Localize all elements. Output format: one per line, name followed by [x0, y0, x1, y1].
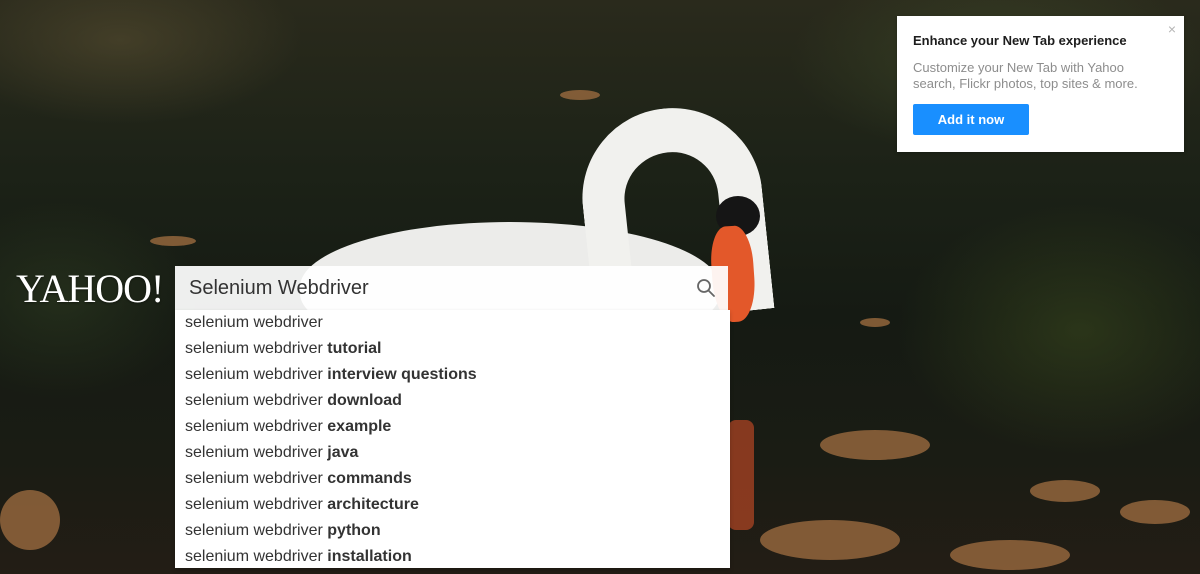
beak-reflection — [728, 420, 754, 530]
leaf — [1120, 500, 1190, 524]
suggestion-item[interactable]: selenium webdriver installation — [175, 544, 730, 570]
suggestion-item[interactable]: selenium webdriver — [175, 310, 730, 336]
search-button[interactable] — [684, 266, 728, 310]
suggestion-item[interactable]: selenium webdriver python — [175, 518, 730, 544]
leaf — [950, 540, 1070, 570]
suggestion-item[interactable]: selenium webdriver download — [175, 388, 730, 414]
suggestion-suffix: installation — [327, 548, 412, 565]
suggestion-base: selenium webdriver — [185, 444, 328, 461]
suggestion-item[interactable]: selenium webdriver tutorial — [175, 336, 730, 362]
suggestion-base: selenium webdriver — [185, 314, 323, 331]
suggestion-suffix: architecture — [327, 496, 419, 513]
suggestion-item[interactable]: selenium webdriver interview questions — [175, 362, 730, 388]
promo-description: Customize your New Tab with Yahoo search… — [913, 60, 1138, 91]
add-it-now-button[interactable]: Add it now — [913, 104, 1029, 135]
suggestion-base: selenium webdriver — [185, 392, 328, 409]
suggestion-item[interactable]: selenium webdriver example — [175, 414, 730, 440]
suggestion-base: selenium webdriver — [185, 548, 328, 565]
suggestion-base: selenium webdriver — [185, 418, 328, 435]
suggestion-suffix: tutorial — [327, 340, 382, 357]
search-input[interactable] — [175, 266, 684, 310]
suggestion-base: selenium webdriver — [185, 366, 328, 383]
leaf — [1030, 480, 1100, 502]
search-icon — [697, 279, 715, 297]
leaf — [150, 236, 196, 246]
suggestion-suffix: example — [327, 418, 392, 435]
new-tab-promo-card: × Enhance your New Tab experience Custom… — [897, 16, 1184, 152]
suggestion-suffix: commands — [327, 470, 412, 487]
suggestion-item[interactable]: selenium webdriver architecture — [175, 492, 730, 518]
suggestion-base: selenium webdriver — [185, 522, 328, 539]
search-bar — [175, 266, 728, 310]
suggestion-dropdown: selenium webdriver selenium webdriver tu… — [175, 310, 730, 568]
leaf — [820, 430, 930, 460]
suggestion-item[interactable]: selenium webdriver commands — [175, 466, 730, 492]
leaf — [560, 90, 600, 100]
leaf — [760, 520, 900, 560]
close-icon[interactable]: × — [1168, 22, 1176, 36]
leaf — [0, 490, 60, 550]
suggestion-base: selenium webdriver — [185, 340, 328, 357]
suggestion-base: selenium webdriver — [185, 470, 328, 487]
suggestion-base: selenium webdriver — [185, 496, 328, 513]
suggestion-suffix: python — [327, 522, 381, 539]
suggestion-item[interactable]: selenium webdriver java — [175, 440, 730, 466]
leaf — [860, 318, 890, 327]
suggestion-suffix: download — [327, 392, 402, 409]
suggestion-list: selenium webdriver selenium webdriver tu… — [175, 310, 730, 570]
suggestion-suffix: interview questions — [327, 366, 477, 383]
yahoo-logo[interactable]: YAHOO! — [16, 266, 164, 312]
suggestion-suffix: java — [327, 444, 359, 461]
promo-title: Enhance your New Tab experience — [913, 33, 1127, 48]
